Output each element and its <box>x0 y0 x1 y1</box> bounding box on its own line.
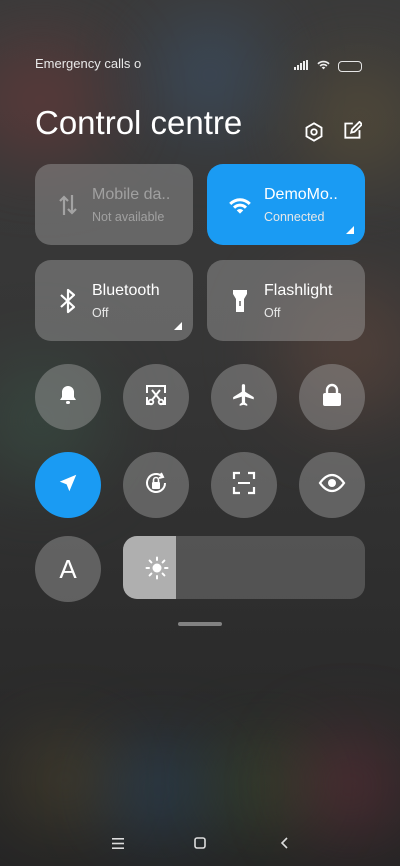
wifi-icon <box>227 192 253 218</box>
battery-icon <box>338 60 362 72</box>
flashlight-tile[interactable]: Flashlight Off <box>207 260 365 341</box>
mobile-data-tile[interactable]: Mobile da.. Not available <box>35 164 193 245</box>
airplane-mode-toggle[interactable] <box>211 364 277 430</box>
reading-mode-icon <box>318 473 346 498</box>
wifi-status: Connected <box>264 210 325 224</box>
wifi-tile[interactable]: DemoMo.. Connected <box>207 164 365 245</box>
lock-icon <box>321 383 343 412</box>
silent-toggle[interactable] <box>35 364 101 430</box>
screenshot-icon <box>143 382 169 413</box>
bluetooth-label: Bluetooth <box>92 282 160 299</box>
navigation-bar <box>0 830 400 856</box>
scanner-icon <box>231 470 257 501</box>
rotation-lock-icon <box>142 469 170 502</box>
edit-icon[interactable] <box>342 120 364 143</box>
expand-corner-icon[interactable] <box>174 322 182 330</box>
wifi-icon <box>316 57 331 75</box>
scanner-toggle[interactable] <box>211 452 277 518</box>
status-bar: Emergency calls o <box>35 56 362 72</box>
brightness-slider[interactable] <box>123 536 365 599</box>
carrier-text: Emergency calls o <box>35 56 142 71</box>
signal-icon <box>294 57 309 75</box>
sun-icon <box>145 556 169 585</box>
mobile-data-status: Not available <box>92 210 165 224</box>
auto-brightness-label: A <box>59 553 77 584</box>
bluetooth-status: Off <box>92 306 109 320</box>
bluetooth-tile[interactable]: Bluetooth Off <box>35 260 193 341</box>
bell-icon <box>56 383 80 412</box>
drag-handle[interactable] <box>178 622 222 626</box>
expand-corner-icon[interactable] <box>346 226 354 234</box>
auto-brightness-button[interactable]: A <box>35 536 101 602</box>
wifi-label: DemoMo.. <box>264 186 338 203</box>
settings-icon[interactable] <box>303 121 325 143</box>
bluetooth-icon <box>55 288 81 314</box>
screenshot-toggle[interactable] <box>123 364 189 430</box>
airplane-icon <box>231 382 257 413</box>
rotation-lock-toggle[interactable] <box>123 452 189 518</box>
lock-screen-toggle[interactable] <box>299 364 365 430</box>
flashlight-icon <box>227 288 253 314</box>
home-icon[interactable] <box>190 833 210 853</box>
back-icon[interactable] <box>274 833 294 853</box>
page-title: Control centre <box>35 104 243 141</box>
flashlight-label: Flashlight <box>264 282 333 299</box>
flashlight-status: Off <box>264 306 281 320</box>
mobile-data-label: Mobile da.. <box>92 186 171 203</box>
reading-mode-toggle[interactable] <box>299 452 365 518</box>
mobile-data-icon <box>55 192 81 218</box>
menu-icon[interactable] <box>108 833 128 853</box>
location-icon <box>57 472 79 499</box>
location-toggle[interactable] <box>35 452 101 518</box>
